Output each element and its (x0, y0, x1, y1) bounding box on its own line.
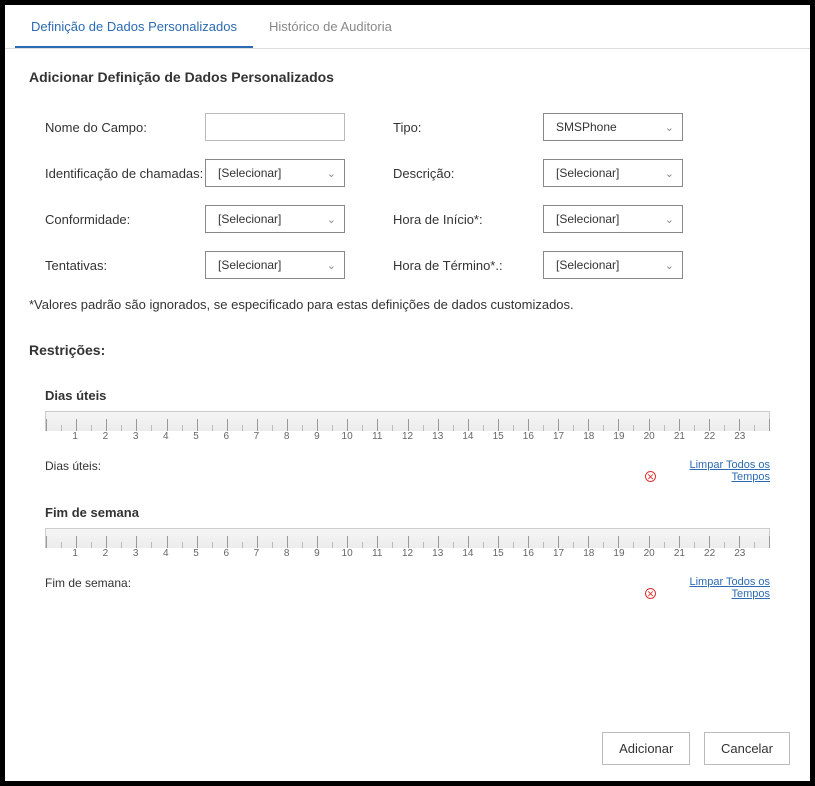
weekend-ruler-labels: 1234567891011121314151617181920212223 (45, 548, 770, 564)
start-time-value: [Selecionar] (556, 212, 619, 226)
type-select-value: SMSPhone (556, 120, 617, 134)
description-label: Descrição: (393, 166, 543, 181)
compliance-value: [Selecionar] (218, 212, 281, 226)
chevron-down-icon: ⌄ (327, 213, 336, 226)
description-value: [Selecionar] (556, 166, 619, 180)
clear-icon: ✕ (645, 471, 656, 482)
chevron-down-icon: ⌄ (327, 167, 336, 180)
type-label: Tipo: (393, 120, 543, 135)
attempts-value: [Selecionar] (218, 258, 281, 272)
compliance-label: Conformidade: (45, 212, 205, 227)
clear-icon: ✕ (645, 588, 656, 599)
description-select[interactable]: [Selecionar] ⌄ (543, 159, 683, 187)
chevron-down-icon: ⌄ (665, 167, 674, 180)
tab-custom-data[interactable]: Definição de Dados Personalizados (15, 5, 253, 48)
attempts-label: Tentativas: (45, 258, 205, 273)
chevron-down-icon: ⌄ (327, 259, 336, 272)
restrictions-title: Restrições: (29, 342, 770, 358)
caller-id-select[interactable]: [Selecionar] ⌄ (205, 159, 345, 187)
caller-id-value: [Selecionar] (218, 166, 281, 180)
end-time-value: [Selecionar] (556, 258, 619, 272)
caller-id-label: Identificação de chamadas: (45, 166, 205, 181)
weekend-ruler[interactable] (45, 528, 770, 548)
chevron-down-icon: ⌄ (665, 259, 674, 272)
weekdays-ruler[interactable] (45, 411, 770, 431)
end-time-select[interactable]: [Selecionar] ⌄ (543, 251, 683, 279)
chevron-down-icon: ⌄ (665, 213, 674, 226)
start-time-label: Hora de Início*: (393, 212, 543, 227)
weekdays-clear-link[interactable]: Limpar Todos os Tempos (660, 459, 770, 483)
chevron-down-icon: ⌄ (665, 121, 674, 134)
end-time-label: Hora de Término*.: (393, 258, 543, 273)
type-select[interactable]: SMSPhone ⌄ (543, 113, 683, 141)
weekend-clear-link[interactable]: Limpar Todos os Tempos (660, 576, 770, 600)
weekdays-footer-label: Dias úteis: (45, 459, 101, 473)
field-name-input[interactable] (205, 113, 345, 141)
weekdays-title: Dias úteis (45, 388, 770, 403)
tabs: Definição de Dados Personalizados Histór… (5, 5, 810, 49)
field-name-label: Nome do Campo: (45, 120, 205, 135)
cancel-button[interactable]: Cancelar (704, 732, 790, 765)
tab-audit[interactable]: Histórico de Auditoria (253, 5, 408, 48)
start-time-select[interactable]: [Selecionar] ⌄ (543, 205, 683, 233)
page-title: Adicionar Definição de Dados Personaliza… (29, 69, 786, 85)
weekdays-ruler-labels: 1234567891011121314151617181920212223 (45, 431, 770, 447)
compliance-select[interactable]: [Selecionar] ⌄ (205, 205, 345, 233)
weekend-footer-label: Fim de semana: (45, 576, 131, 590)
note-text: *Valores padrão são ignorados, se especi… (29, 297, 770, 312)
weekend-title: Fim de semana (45, 505, 770, 520)
attempts-select[interactable]: [Selecionar] ⌄ (205, 251, 345, 279)
add-button[interactable]: Adicionar (602, 732, 690, 765)
